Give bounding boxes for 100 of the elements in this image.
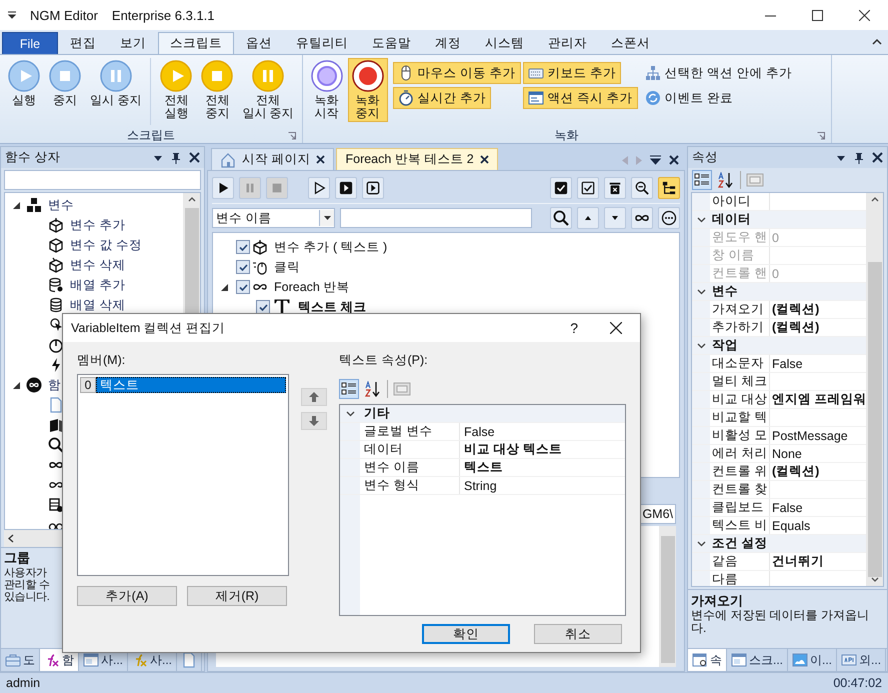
- ribbon-button[interactable]: 일시 중지: [86, 58, 146, 109]
- ribbon-button[interactable]: 마우스 이동 추가: [392, 62, 521, 84]
- action-item[interactable]: 텍스트 체크: [298, 298, 366, 316]
- ribbon-tab[interactable]: 보기: [108, 32, 158, 54]
- checkbox[interactable]: [236, 240, 250, 254]
- action-item[interactable]: 변수 추가 ( 텍스트 ): [274, 238, 388, 256]
- ribbon-button[interactable]: 전체 실행: [156, 58, 196, 122]
- property-value[interactable]: (컬렉션): [770, 319, 866, 336]
- ribbon-tab[interactable]: 옵션: [234, 32, 284, 54]
- search-field[interactable]: [340, 208, 532, 228]
- pin-icon[interactable]: [854, 152, 864, 164]
- members-list[interactable]: 0 텍스트: [77, 374, 289, 576]
- toolbar-button[interactable]: [308, 177, 330, 199]
- tree-item[interactable]: 배열 추가: [70, 276, 126, 294]
- search-toolbar-button[interactable]: [604, 207, 626, 229]
- ribbon-tab[interactable]: 도움말: [360, 32, 423, 54]
- collapse-ribbon-icon[interactable]: [872, 38, 882, 45]
- ribbon-button[interactable]: 실행: [4, 58, 44, 109]
- close-icon[interactable]: [316, 155, 326, 164]
- categorized-view-button[interactable]: [692, 170, 712, 190]
- ribbon-button[interactable]: 실시간 추가: [392, 87, 492, 109]
- ribbon-tab[interactable]: 계정: [423, 32, 473, 54]
- search-toolbar-button[interactable]: [631, 207, 653, 229]
- panel-tab[interactable]: 속: [688, 649, 727, 671]
- ribbon-tab[interactable]: 스크립트: [158, 32, 234, 54]
- search-field[interactable]: [4, 170, 201, 190]
- ribbon-button[interactable]: 키보드 추가: [522, 62, 622, 84]
- checkbox[interactable]: [236, 280, 250, 294]
- ribbon-button[interactable]: 이벤트 완료: [640, 87, 738, 109]
- ribbon-tab[interactable]: 시스템: [473, 32, 536, 54]
- close-icon[interactable]: [669, 155, 679, 165]
- document-tab[interactable]: Foreach 반복 테스트 2: [336, 148, 498, 170]
- action-item[interactable]: Foreach 반복: [274, 278, 350, 296]
- toolbar-button[interactable]: [577, 177, 599, 199]
- search-toolbar-button[interactable]: [550, 207, 572, 229]
- dialog-launcher-icon[interactable]: [288, 132, 296, 140]
- file-menu-tab[interactable]: File: [2, 32, 58, 54]
- scrollbar[interactable]: [866, 193, 883, 586]
- tree-item[interactable]: 변수 추가: [70, 216, 126, 234]
- ok-button[interactable]: 확인: [422, 624, 510, 644]
- property-value[interactable]: False: [460, 424, 625, 439]
- ribbon-button[interactable]: 녹화 시작: [306, 58, 347, 122]
- expand-arrow-icon[interactable]: [221, 284, 228, 290]
- move-down-button[interactable]: [301, 412, 327, 430]
- checkbox[interactable]: [236, 260, 250, 274]
- help-button[interactable]: ?: [570, 320, 578, 336]
- search-toolbar-button[interactable]: [658, 207, 680, 229]
- search-by-dropdown[interactable]: 변수 이름: [212, 208, 335, 228]
- panel-tab[interactable]: 스크...: [727, 649, 788, 671]
- tree-item[interactable]: 변수: [48, 196, 74, 214]
- ribbon-tab[interactable]: 유틸리티: [284, 32, 360, 54]
- tree-item[interactable]: 함: [48, 376, 61, 394]
- move-up-button[interactable]: [301, 388, 327, 406]
- document-tab[interactable]: 시작 페이지: [211, 148, 334, 170]
- property-value[interactable]: 엔지엠 프레임워: [770, 391, 866, 408]
- tree-item-icon[interactable]: [48, 437, 64, 453]
- toolbar-button[interactable]: [362, 177, 384, 199]
- tree-item[interactable]: 변수 삭제: [70, 256, 126, 274]
- panel-tab[interactable]: 외...: [837, 649, 886, 671]
- tree-item-icon[interactable]: [48, 417, 64, 433]
- toolbar-button[interactable]: [631, 177, 653, 199]
- close-icon[interactable]: [872, 152, 883, 163]
- checkbox[interactable]: [256, 300, 270, 314]
- property-value[interactable]: 건너뛰기: [770, 553, 866, 570]
- toolbar-button[interactable]: [335, 177, 357, 199]
- close-icon[interactable]: [480, 155, 489, 164]
- ribbon-tab[interactable]: 관리자: [536, 32, 599, 54]
- scrollbar[interactable]: [659, 526, 676, 667]
- ribbon-button[interactable]: 녹화 중지: [348, 58, 388, 122]
- property-value[interactable]: None: [770, 446, 866, 460]
- dropdown-icon[interactable]: [650, 155, 661, 165]
- collapse-chevron-icon[interactable]: [696, 342, 706, 348]
- property-value[interactable]: False: [770, 356, 866, 370]
- ribbon-tab[interactable]: 편집: [58, 32, 108, 54]
- scroll-up-icon[interactable]: [870, 197, 878, 202]
- ribbon-button[interactable]: 전체 일시 중지: [238, 58, 298, 122]
- collapse-chevron-icon[interactable]: [696, 216, 706, 222]
- property-value[interactable]: String: [460, 478, 625, 493]
- dialog-launcher-icon[interactable]: [816, 132, 825, 140]
- expand-arrow-icon[interactable]: [13, 382, 20, 388]
- ribbon-button[interactable]: 액션 즉시 추가: [522, 87, 638, 109]
- action-item[interactable]: 클릭: [274, 258, 300, 276]
- tree-item-icon[interactable]: [48, 497, 64, 513]
- add-button[interactable]: 추가(A): [77, 586, 177, 606]
- tree-item-icon[interactable]: [48, 317, 64, 333]
- ribbon-button[interactable]: 전체 중지: [197, 58, 238, 122]
- collapse-chevron-icon[interactable]: [346, 410, 354, 417]
- property-value[interactable]: False: [770, 500, 866, 514]
- toolbar-button[interactable]: [212, 177, 234, 199]
- close-icon[interactable]: [189, 152, 200, 163]
- quick-access-menu-icon[interactable]: [7, 11, 17, 19]
- cancel-button[interactable]: 취소: [534, 624, 622, 644]
- list-item[interactable]: 텍스트: [96, 377, 286, 394]
- remove-button[interactable]: 제거(R): [187, 586, 287, 606]
- property-value[interactable]: 텍스트: [460, 459, 625, 476]
- pin-icon[interactable]: [171, 152, 181, 164]
- categorized-view-button[interactable]: [339, 379, 359, 400]
- scroll-left-icon[interactable]: [8, 534, 14, 543]
- property-value[interactable]: (컬렉션): [770, 463, 866, 480]
- ribbon-button[interactable]: 선택한 액션 안에 추가: [640, 62, 798, 84]
